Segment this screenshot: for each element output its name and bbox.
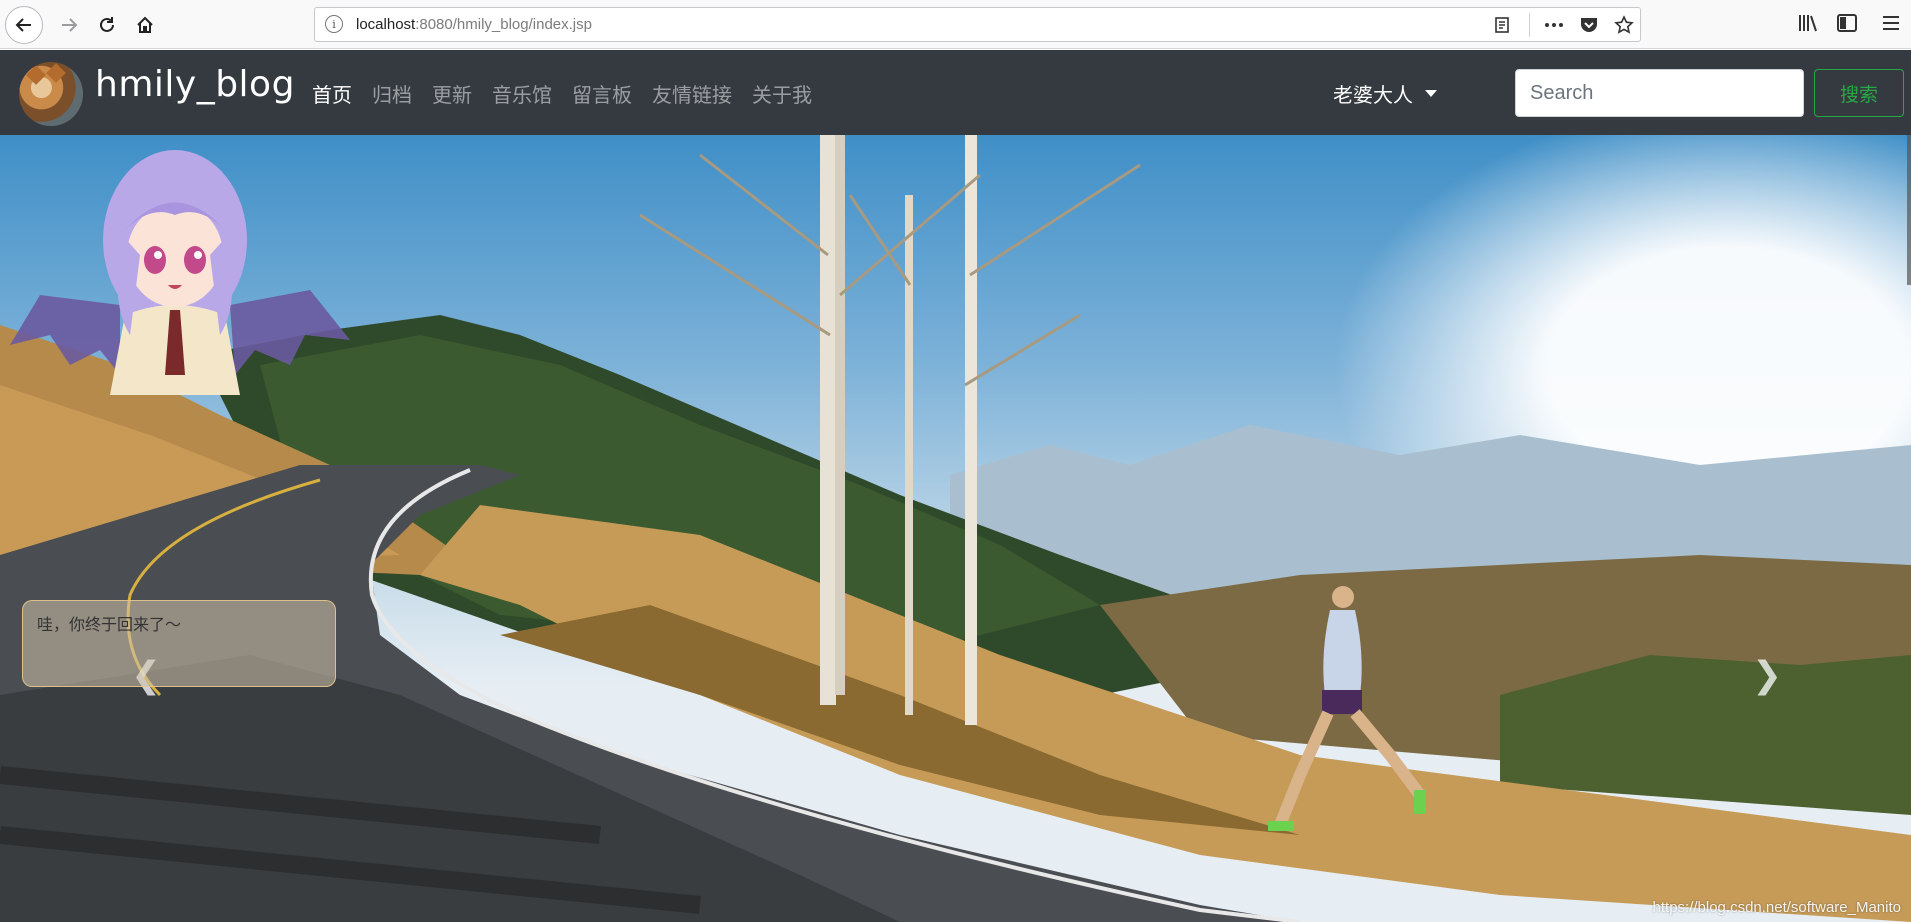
browser-toolbar: i localhost:8080/hmily_blog/index.jsp — [0, 0, 1911, 49]
forward-icon[interactable] — [50, 6, 88, 44]
url-host: localhost — [356, 16, 416, 33]
nav-link-home[interactable]: 首页 — [312, 79, 352, 108]
avatar[interactable] — [19, 62, 83, 126]
page-scrollbar[interactable] — [1907, 135, 1911, 285]
site-navbar: hmily_blog 首页 归档 更新 音乐馆 留言板 友情链接 关于我 老婆大… — [0, 50, 1911, 135]
reader-view-icon[interactable] — [1491, 14, 1513, 36]
user-dropdown[interactable]: 老婆大人 — [1333, 79, 1437, 108]
url-separator — [1529, 13, 1530, 37]
url-bar[interactable]: i localhost:8080/hmily_blog/index.jsp — [314, 7, 1641, 42]
pocket-icon[interactable] — [1578, 14, 1600, 36]
caret-down-icon — [1425, 90, 1437, 97]
page-viewport: hmily_blog 首页 归档 更新 音乐馆 留言板 友情链接 关于我 老婆大… — [0, 50, 1911, 922]
mascot-character-image[interactable] — [0, 135, 360, 395]
nav-link-guestbook[interactable]: 留言板 — [572, 79, 632, 108]
url-text[interactable]: localhost:8080/hmily_blog/index.jsp — [356, 16, 592, 33]
home-icon[interactable] — [126, 6, 164, 44]
library-icon[interactable] — [1797, 13, 1819, 37]
site-brand[interactable]: hmily_blog — [95, 64, 295, 105]
reload-icon[interactable] — [88, 6, 126, 44]
search-input[interactable] — [1515, 69, 1804, 117]
user-dropdown-label: 老婆大人 — [1333, 83, 1413, 107]
info-icon[interactable]: i — [325, 15, 343, 33]
mascot-speech-bubble: 哇，你终于回来了～ — [22, 600, 336, 687]
nav-link-updates[interactable]: 更新 — [432, 79, 472, 108]
back-icon[interactable] — [5, 6, 43, 44]
carousel-next-icon[interactable]: ❯ — [1752, 655, 1782, 696]
nav-links: 首页 归档 更新 音乐馆 留言板 友情链接 关于我 — [312, 79, 832, 108]
nav-link-music[interactable]: 音乐馆 — [492, 79, 552, 108]
nav-link-friend-links[interactable]: 友情链接 — [652, 79, 732, 108]
watermark-text: https://blog.csdn.net/software_Manito — [1652, 899, 1901, 916]
bookmark-star-icon[interactable] — [1613, 14, 1635, 36]
hero-carousel: ❮ ❯ 哇，你终于回来了～ https://blog.csd — [0, 135, 1911, 922]
sidebar-icon[interactable] — [1836, 13, 1858, 37]
url-path: :8080/hmily_blog/index.jsp — [415, 16, 592, 33]
nav-link-about[interactable]: 关于我 — [752, 79, 812, 108]
nav-link-archive[interactable]: 归档 — [372, 79, 412, 108]
more-icon[interactable] — [1543, 14, 1565, 36]
mascot-speech-text: 哇，你终于回来了～ — [37, 615, 182, 634]
menu-icon[interactable] — [1881, 13, 1901, 37]
search-button[interactable]: 搜索 — [1814, 69, 1904, 117]
